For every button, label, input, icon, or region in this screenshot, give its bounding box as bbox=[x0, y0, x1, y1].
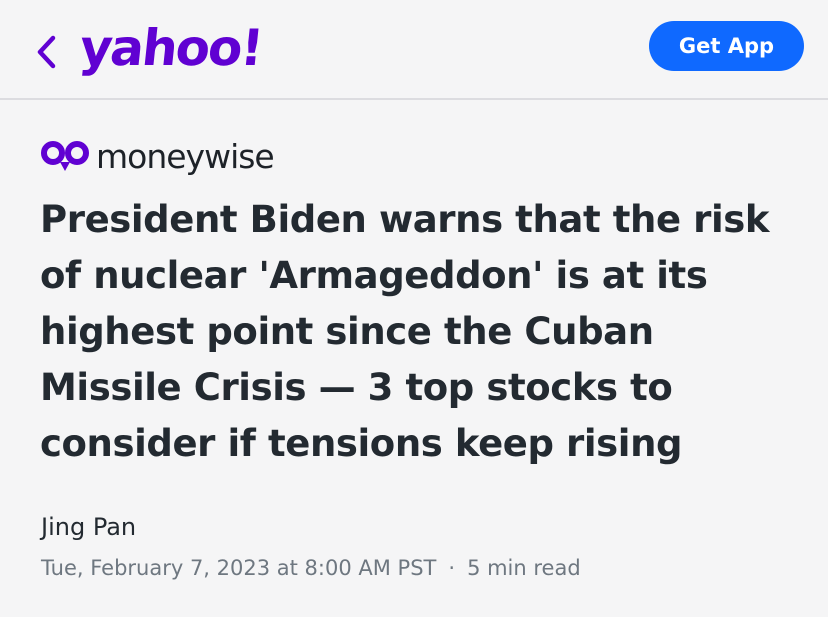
publish-date: Tue, February 7, 2023 at 8:00 AM PST bbox=[41, 556, 437, 580]
source-name: moneywise bbox=[96, 136, 275, 176]
source-logo[interactable]: moneywise bbox=[40, 134, 275, 178]
meta-separator: · bbox=[448, 556, 456, 580]
back-button[interactable] bbox=[28, 28, 64, 76]
article-meta: Tue, February 7, 2023 at 8:00 AM PST · 5 m… bbox=[41, 556, 581, 580]
moneywise-logo-icon bbox=[41, 141, 89, 171]
author-name[interactable]: Jing Pan bbox=[41, 513, 136, 541]
read-time: 5 min read bbox=[467, 556, 581, 580]
chevron-left-icon bbox=[37, 35, 56, 69]
yahoo-logo[interactable]: yahoo! bbox=[77, 16, 265, 80]
top-bar: yahoo! Get App bbox=[0, 0, 828, 100]
yahoo-logo-text: yahoo! bbox=[76, 19, 265, 77]
get-app-button[interactable]: Get App bbox=[649, 21, 804, 71]
article-page: yahoo! Get App moneywise President Biden… bbox=[0, 0, 828, 617]
article-headline: President Biden warns that the risk of n… bbox=[40, 198, 770, 465]
